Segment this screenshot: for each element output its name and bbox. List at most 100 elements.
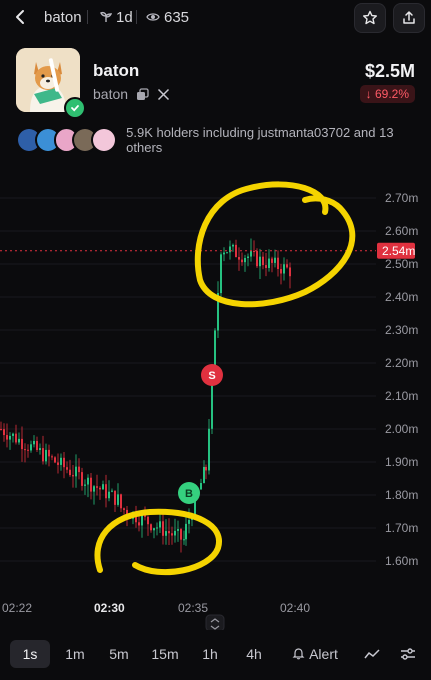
candle-body: [238, 257, 240, 260]
timeframe-5m[interactable]: 5m: [101, 640, 137, 668]
x-tick-label: 02:35: [178, 601, 208, 615]
candle-body: [72, 475, 74, 477]
candle-body: [63, 457, 65, 468]
candle-body: [45, 449, 47, 462]
sprout-icon: [100, 11, 113, 22]
candle-body: [141, 514, 143, 526]
y-tick-label: 2.30m: [385, 323, 418, 337]
candle-body: [259, 256, 261, 267]
candle-body: [108, 491, 110, 499]
candle-body: [271, 258, 273, 263]
candle-body: [69, 469, 71, 476]
x-tick-label: 02:30: [94, 601, 125, 615]
candle-body: [0, 429, 2, 430]
candle-body: [147, 516, 149, 525]
candle-body: [117, 494, 119, 505]
candle-body: [165, 531, 167, 536]
divider: [87, 10, 88, 24]
candle-body: [262, 256, 264, 266]
candle-body: [42, 448, 44, 462]
candle-body: [156, 527, 158, 529]
y-tick-label: 1.70m: [385, 521, 418, 535]
topbar-token-name: baton: [44, 9, 82, 26]
candle-body: [159, 521, 161, 528]
candle-body: [12, 433, 14, 436]
holder-avatar: [91, 127, 118, 153]
star-icon: [363, 10, 377, 25]
timeframe-15m[interactable]: 15m: [145, 640, 185, 668]
candle-body: [188, 520, 190, 524]
candle-body: [9, 435, 11, 440]
candle-body: [90, 477, 92, 492]
candle-body: [171, 533, 173, 536]
candle-body: [27, 449, 29, 451]
timeframe-1m[interactable]: 1m: [57, 640, 93, 668]
current-price-label: 2.54m: [382, 244, 415, 258]
share-button[interactable]: [393, 3, 425, 33]
timeframe-1h[interactable]: 1h: [193, 640, 227, 668]
y-tick-label: 2.10m: [385, 389, 418, 403]
candle-body: [286, 264, 288, 268]
share-icon: [403, 11, 415, 24]
candle-body: [208, 428, 210, 471]
candle-body: [162, 521, 164, 536]
eye-icon: [146, 13, 160, 21]
x-tick-label: 02:40: [280, 601, 310, 615]
timeframe-4h[interactable]: 4h: [237, 640, 271, 668]
view-count: 635: [146, 9, 189, 26]
token-age: 1d: [100, 9, 133, 26]
candle-body: [280, 269, 282, 274]
token-header: baton baton $2.5M ↓ 69.2%: [0, 48, 431, 119]
candles: [0, 238, 291, 553]
holders-row[interactable]: 5.9K holders including justmanta03702 an…: [16, 125, 431, 155]
top-bar: baton 1d 635: [0, 0, 431, 36]
candle-body: [111, 490, 113, 492]
candle-body: [250, 251, 252, 257]
chart-overlay: 2.54m B S: [0, 181, 415, 576]
favorite-button[interactable]: [354, 3, 386, 33]
candle-body: [274, 257, 276, 263]
line-chart-icon: [364, 649, 380, 659]
bell-icon: [292, 648, 305, 660]
candle-body: [174, 530, 176, 536]
x-tick-label: 02:22: [2, 601, 32, 615]
candle-body: [185, 523, 187, 540]
price-change-badge: ↓ 69.2%: [359, 85, 415, 103]
marker-label: S: [208, 370, 215, 382]
holders-text: 5.9K holders including justmanta03702 an…: [126, 125, 394, 155]
candle-body: [203, 466, 205, 483]
candle-body: [241, 259, 243, 263]
candle-body: [138, 522, 140, 526]
y-tick-label: 1.60m: [385, 554, 418, 568]
y-tick-label: 2.70m: [385, 191, 418, 205]
timeframe-bar: 1s 1m 5m 15m 1h 4h Alert: [0, 640, 431, 670]
candle-body: [57, 462, 59, 465]
x-twitter-icon[interactable]: [157, 88, 170, 101]
divider: [136, 10, 137, 24]
y-tick-label: 1.80m: [385, 488, 418, 502]
settings-button[interactable]: [394, 640, 422, 668]
alert-button[interactable]: Alert: [284, 640, 346, 668]
candle-body: [66, 467, 68, 470]
candle-body: [123, 508, 125, 510]
copy-icon[interactable]: [136, 87, 149, 101]
back-button[interactable]: [10, 6, 32, 28]
candle-body: [153, 528, 155, 531]
marker-label: B: [185, 488, 193, 500]
candle-body: [289, 267, 291, 277]
y-tick-label: 1.90m: [385, 455, 418, 469]
y-tick-label: 2.40m: [385, 290, 418, 304]
price-chart[interactable]: 2.70m 2.60m 2.50m 2.40m 2.30m 2.20m 2.10m 2.00m…: [0, 170, 431, 630]
candle-body: [84, 484, 86, 486]
timeframe-1s[interactable]: 1s: [10, 640, 50, 668]
candle-body: [99, 487, 101, 490]
indicator-button[interactable]: [358, 640, 386, 668]
candle-body: [200, 482, 202, 490]
candle-body: [177, 529, 179, 531]
verified-badge: [64, 97, 86, 119]
candle-body: [114, 490, 116, 505]
candle-body: [205, 466, 207, 471]
candle-body: [180, 529, 182, 540]
candle-body: [247, 256, 249, 258]
candle-body: [78, 466, 80, 473]
